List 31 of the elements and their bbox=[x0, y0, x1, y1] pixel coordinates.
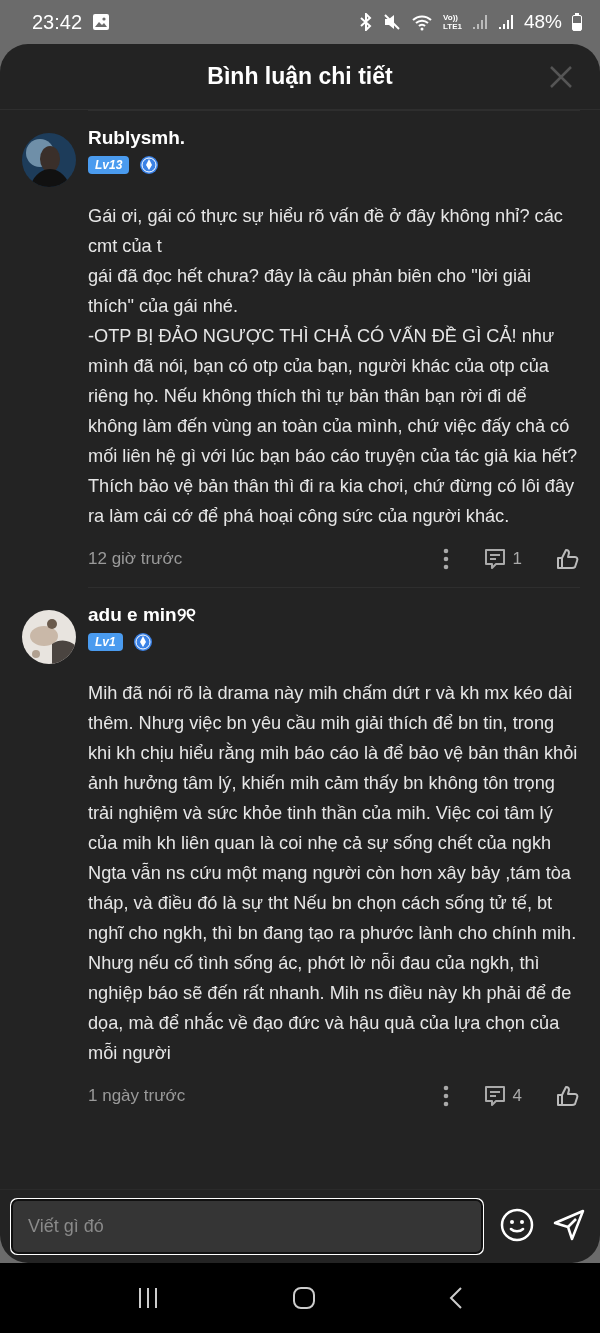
pen-badge-icon bbox=[139, 155, 160, 175]
network-label: Vo)) LTE1 bbox=[443, 13, 462, 31]
level-badge: Lv13 bbox=[88, 156, 130, 174]
sheet-title: Bình luận chi tiết bbox=[207, 63, 393, 90]
recent-apps-icon[interactable] bbox=[136, 1286, 160, 1310]
wifi-icon bbox=[411, 13, 433, 31]
battery-icon bbox=[572, 13, 582, 31]
like-button[interactable] bbox=[556, 547, 580, 571]
home-icon[interactable] bbox=[292, 1286, 316, 1310]
status-time: 23:42 bbox=[32, 10, 83, 34]
level-badge: Lv1 bbox=[88, 633, 123, 651]
bluetooth-icon bbox=[359, 13, 373, 31]
signal-icon bbox=[471, 14, 488, 30]
reply-button[interactable]: 1 bbox=[482, 547, 522, 571]
comment-text: Gái ơi, gái có thực sự hiểu rõ vấn đề ở đây không nhỉ? các cmt của t gái đã đọc hết chưa? đây là câu phản biên cho "lời giải thích" của gái nhé. -OTP BỊ ĐẢO NGƯỢC THÌ CHẢ CÓ VẤN ĐỀ GÌ CẢ! như mình đã nói, bạn có otp của bạn, người khác của otp của riêng họ. Nếu không thích thì tự bản thân bạn rời đi dể không làm đến vùng an toàn của mình, chứ việc đấy chả có mối liên hệ gì với lúc bạn báo cáo truyện của tác giả kia hết? Thích bảo vệ bản thân thì đi ra kia chơi, chứ đừng có lôi đây ra làm cái cớ để phá hoại công sức của người khác. bbox=[88, 205, 579, 528]
back-icon[interactable] bbox=[448, 1286, 464, 1310]
signal-icon bbox=[497, 14, 514, 30]
gallery-icon bbox=[92, 13, 111, 31]
pen-badge-icon bbox=[132, 632, 153, 652]
comment-text: Mih đã nói rõ là drama này mih chấm dứt r và kh mx kéo dài thêm. Nhưg việc bn yêu cầu mih giải thích để bn tin, trong khi kh chịu hiểu rằng mih báo cáo là để bảo vệ bản thân khỏi ảnh hưởng tâm lý, khiến mih cảm thấy bn không tôn trọng trải nghiệm và sức khỏe tinh thần của mih. Việc coi tâm lý của mih kh liên quan là coi nhẹ cả sự sống chết của ngkh Ngta vẫn ns cứu một mạng người còn hơn xây bảy ,tám tòa tháp, và điều đó là sự tht Nếu bn chọn cách sống tử tế, bt nghĩ cho ngkh, thì bn đang tạo ra phước lành cho chính mih. Nhưg nếu cố tình sống ác, phớt lờ nỗi đau của ngkh, thì nghiệp báo sẽ đến rất nhanh. Mih ns điều này kh phải để đe dọa, mà để nhắc về đạo đức và hậu quả của lựa chọn của mỗi người bbox=[88, 682, 579, 1065]
comment-time: 1 ngày trước bbox=[88, 1086, 187, 1106]
more-button[interactable] bbox=[442, 1085, 449, 1107]
author-name[interactable]: Rublysmh. bbox=[88, 127, 580, 149]
like-button[interactable] bbox=[556, 1084, 580, 1108]
mute-icon bbox=[383, 13, 401, 31]
author-name[interactable]: adu e min୨୧ bbox=[88, 604, 580, 626]
comment-input[interactable]: Viết gì đó bbox=[12, 1200, 482, 1253]
battery-percent: 48% bbox=[523, 11, 562, 33]
reply-button[interactable]: 4 bbox=[482, 1084, 522, 1108]
comment-time: 12 giờ trước bbox=[88, 549, 184, 569]
more-button[interactable] bbox=[442, 548, 449, 570]
